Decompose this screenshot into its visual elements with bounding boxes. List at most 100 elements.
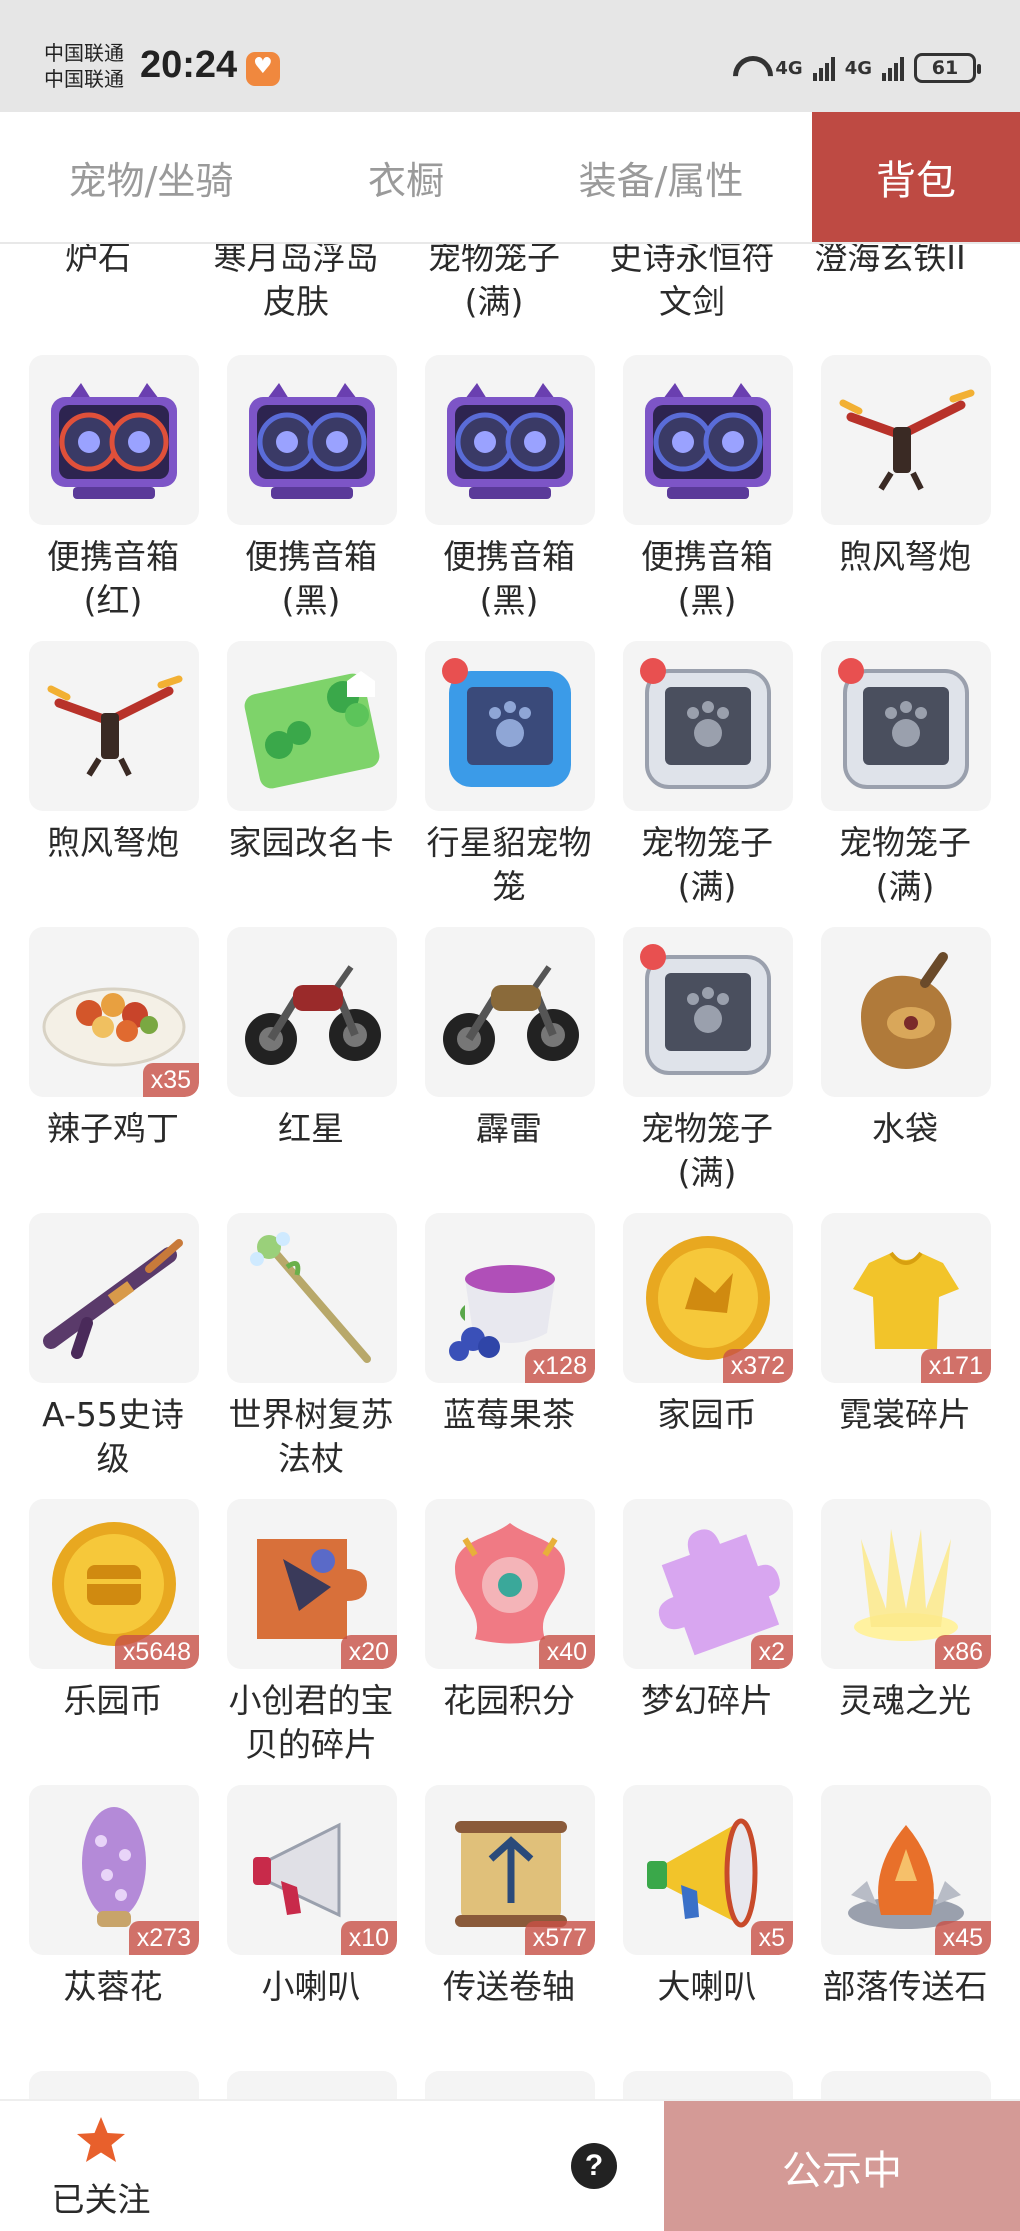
quantity-badge: x45 xyxy=(934,1921,991,1955)
item-card[interactable]: x45 xyxy=(821,1785,991,1955)
item-name: 蓝莓果茶 xyxy=(443,1395,575,1434)
item-card[interactable]: x35 xyxy=(29,927,199,1097)
quantity-badge: x40 xyxy=(538,1635,595,1669)
carrier-info: 中国联通 中国联通 xyxy=(44,40,124,92)
item-name: 便携音箱 (黑) xyxy=(443,537,575,620)
item-card[interactable]: x5 xyxy=(623,1785,793,1955)
quantity-badge: x35 xyxy=(142,1063,199,1097)
item-card[interactable] xyxy=(29,2071,199,2099)
item-card[interactable]: x171 xyxy=(821,1213,991,1383)
carrier-1: 中国联通 xyxy=(44,41,124,65)
item-name: 小创君的宝 贝的碎片 xyxy=(228,1681,394,1764)
item-name: 宠物笼子 (满) xyxy=(839,823,971,906)
item-card[interactable] xyxy=(227,2071,397,2099)
quantity-badge: x372 xyxy=(722,1349,793,1383)
item-card[interactable] xyxy=(425,355,595,525)
tab-wardrobe[interactable]: 衣橱 xyxy=(302,112,510,242)
item-name: 霓裳碎片 xyxy=(839,1395,971,1434)
item-card[interactable] xyxy=(623,355,793,525)
inventory-grid: 炉石 寒月岛浮岛 皮肤宠物笼子 (满) 史诗永恒符 文剑 澄海玄铁II 便携音箱 (红)… xyxy=(0,244,1020,2099)
item-card[interactable]: x273 xyxy=(29,1785,199,1955)
follow-label: 已关注 xyxy=(51,2180,151,2219)
app-notification-icon xyxy=(246,52,280,86)
item-card[interactable] xyxy=(425,927,595,1097)
item-name: 宠物笼子 (满) xyxy=(641,1109,773,1192)
item-name: 炉石 xyxy=(65,244,131,277)
item-name: 苁蓉花 xyxy=(63,1967,163,2006)
publicity-button[interactable]: 公示中 xyxy=(664,2101,1020,2231)
signal-icon xyxy=(882,55,904,81)
network-type-2: 4G xyxy=(844,57,872,79)
network-type-1: 4G xyxy=(775,57,803,79)
item-name: 大喇叭 xyxy=(657,1967,757,2006)
item-name: 便携音箱 (红) xyxy=(47,537,179,620)
clock: 20:24 xyxy=(140,44,238,86)
item-card[interactable]: x2 xyxy=(623,1499,793,1669)
item-name: 煦风弩炮 xyxy=(47,823,179,862)
item-name: 部落传送石 xyxy=(822,1967,988,2006)
item-name: 红星 xyxy=(278,1109,344,1148)
carrier-2: 中国联通 xyxy=(44,67,124,91)
item-name: 传送卷轴 xyxy=(443,1967,575,2006)
item-card[interactable] xyxy=(29,641,199,811)
item-card[interactable]: x372 xyxy=(623,1213,793,1383)
item-card[interactable] xyxy=(227,927,397,1097)
item-card[interactable]: x20 xyxy=(227,1499,397,1669)
item-name: 澄海玄铁II xyxy=(814,244,966,277)
bottom-bar: 已关注 ? 公示中 xyxy=(0,2099,1020,2231)
item-name: 辣子鸡丁 xyxy=(47,1109,179,1148)
item-card[interactable]: x40 xyxy=(425,1499,595,1669)
item-card[interactable] xyxy=(29,355,199,525)
item-card[interactable] xyxy=(623,2071,793,2099)
item-name: 世界树复苏 法杖 xyxy=(228,1395,394,1478)
battery-icon: 61 xyxy=(914,53,981,83)
item-card[interactable] xyxy=(821,641,991,811)
item-card[interactable] xyxy=(821,927,991,1097)
item-name: 花园积分 xyxy=(443,1681,575,1720)
item-name: 家园币 xyxy=(657,1395,757,1434)
item-name: 小喇叭 xyxy=(261,1967,361,2006)
quantity-badge: x10 xyxy=(340,1921,397,1955)
item-name: 家园改名卡 xyxy=(228,823,394,862)
item-name: 水袋 xyxy=(872,1109,938,1148)
item-card[interactable]: x86 xyxy=(821,1499,991,1669)
tab-pets-mounts[interactable]: 宠物/坐骑 xyxy=(0,112,302,242)
quantity-badge: x577 xyxy=(524,1921,595,1955)
item-name: 宠物笼子 (满) xyxy=(641,823,773,906)
item-name: A-55史诗 级 xyxy=(42,1395,184,1478)
item-card[interactable] xyxy=(623,927,793,1097)
item-name: 寒月岛浮岛 皮肤 xyxy=(213,244,379,321)
item-card[interactable] xyxy=(821,2071,991,2099)
item-card[interactable]: x10 xyxy=(227,1785,397,1955)
quantity-badge: x86 xyxy=(934,1635,991,1669)
quantity-badge: x171 xyxy=(920,1349,991,1383)
tab-backpack[interactable]: 背包 xyxy=(812,112,1020,242)
item-card[interactable] xyxy=(227,355,397,525)
item-card[interactable]: x5648 xyxy=(29,1499,199,1669)
wifi-icon xyxy=(731,54,765,82)
item-name: 梦幻碎片 xyxy=(641,1681,773,1720)
quantity-badge: x20 xyxy=(340,1635,397,1669)
item-card[interactable] xyxy=(29,1213,199,1383)
system-indicators: 4G 4G 61 xyxy=(731,48,981,88)
tab-equipment[interactable]: 装备/属性 xyxy=(510,112,812,242)
item-card[interactable] xyxy=(821,355,991,525)
item-card[interactable] xyxy=(227,1213,397,1383)
item-name: 史诗永恒符 文剑 xyxy=(609,244,775,321)
item-card[interactable] xyxy=(425,2071,595,2099)
item-name: 行星貂宠物 笼 xyxy=(426,823,592,906)
item-name: 霹雷 xyxy=(476,1109,542,1148)
quantity-badge: x2 xyxy=(750,1635,793,1669)
item-name: 乐园币 xyxy=(63,1681,163,1720)
item-card[interactable]: x128 xyxy=(425,1213,595,1383)
item-card[interactable] xyxy=(425,641,595,811)
signal-icon xyxy=(812,55,835,81)
follow-button[interactable]: 已关注 xyxy=(46,2113,156,2221)
item-card[interactable]: x577 xyxy=(425,1785,595,1955)
quantity-badge: x5648 xyxy=(114,1635,199,1669)
item-card[interactable] xyxy=(227,641,397,811)
item-name: 便携音箱 (黑) xyxy=(641,537,773,620)
item-card[interactable] xyxy=(623,641,793,811)
item-name: 煦风弩炮 xyxy=(839,537,971,576)
help-icon[interactable]: ? xyxy=(571,2143,617,2189)
